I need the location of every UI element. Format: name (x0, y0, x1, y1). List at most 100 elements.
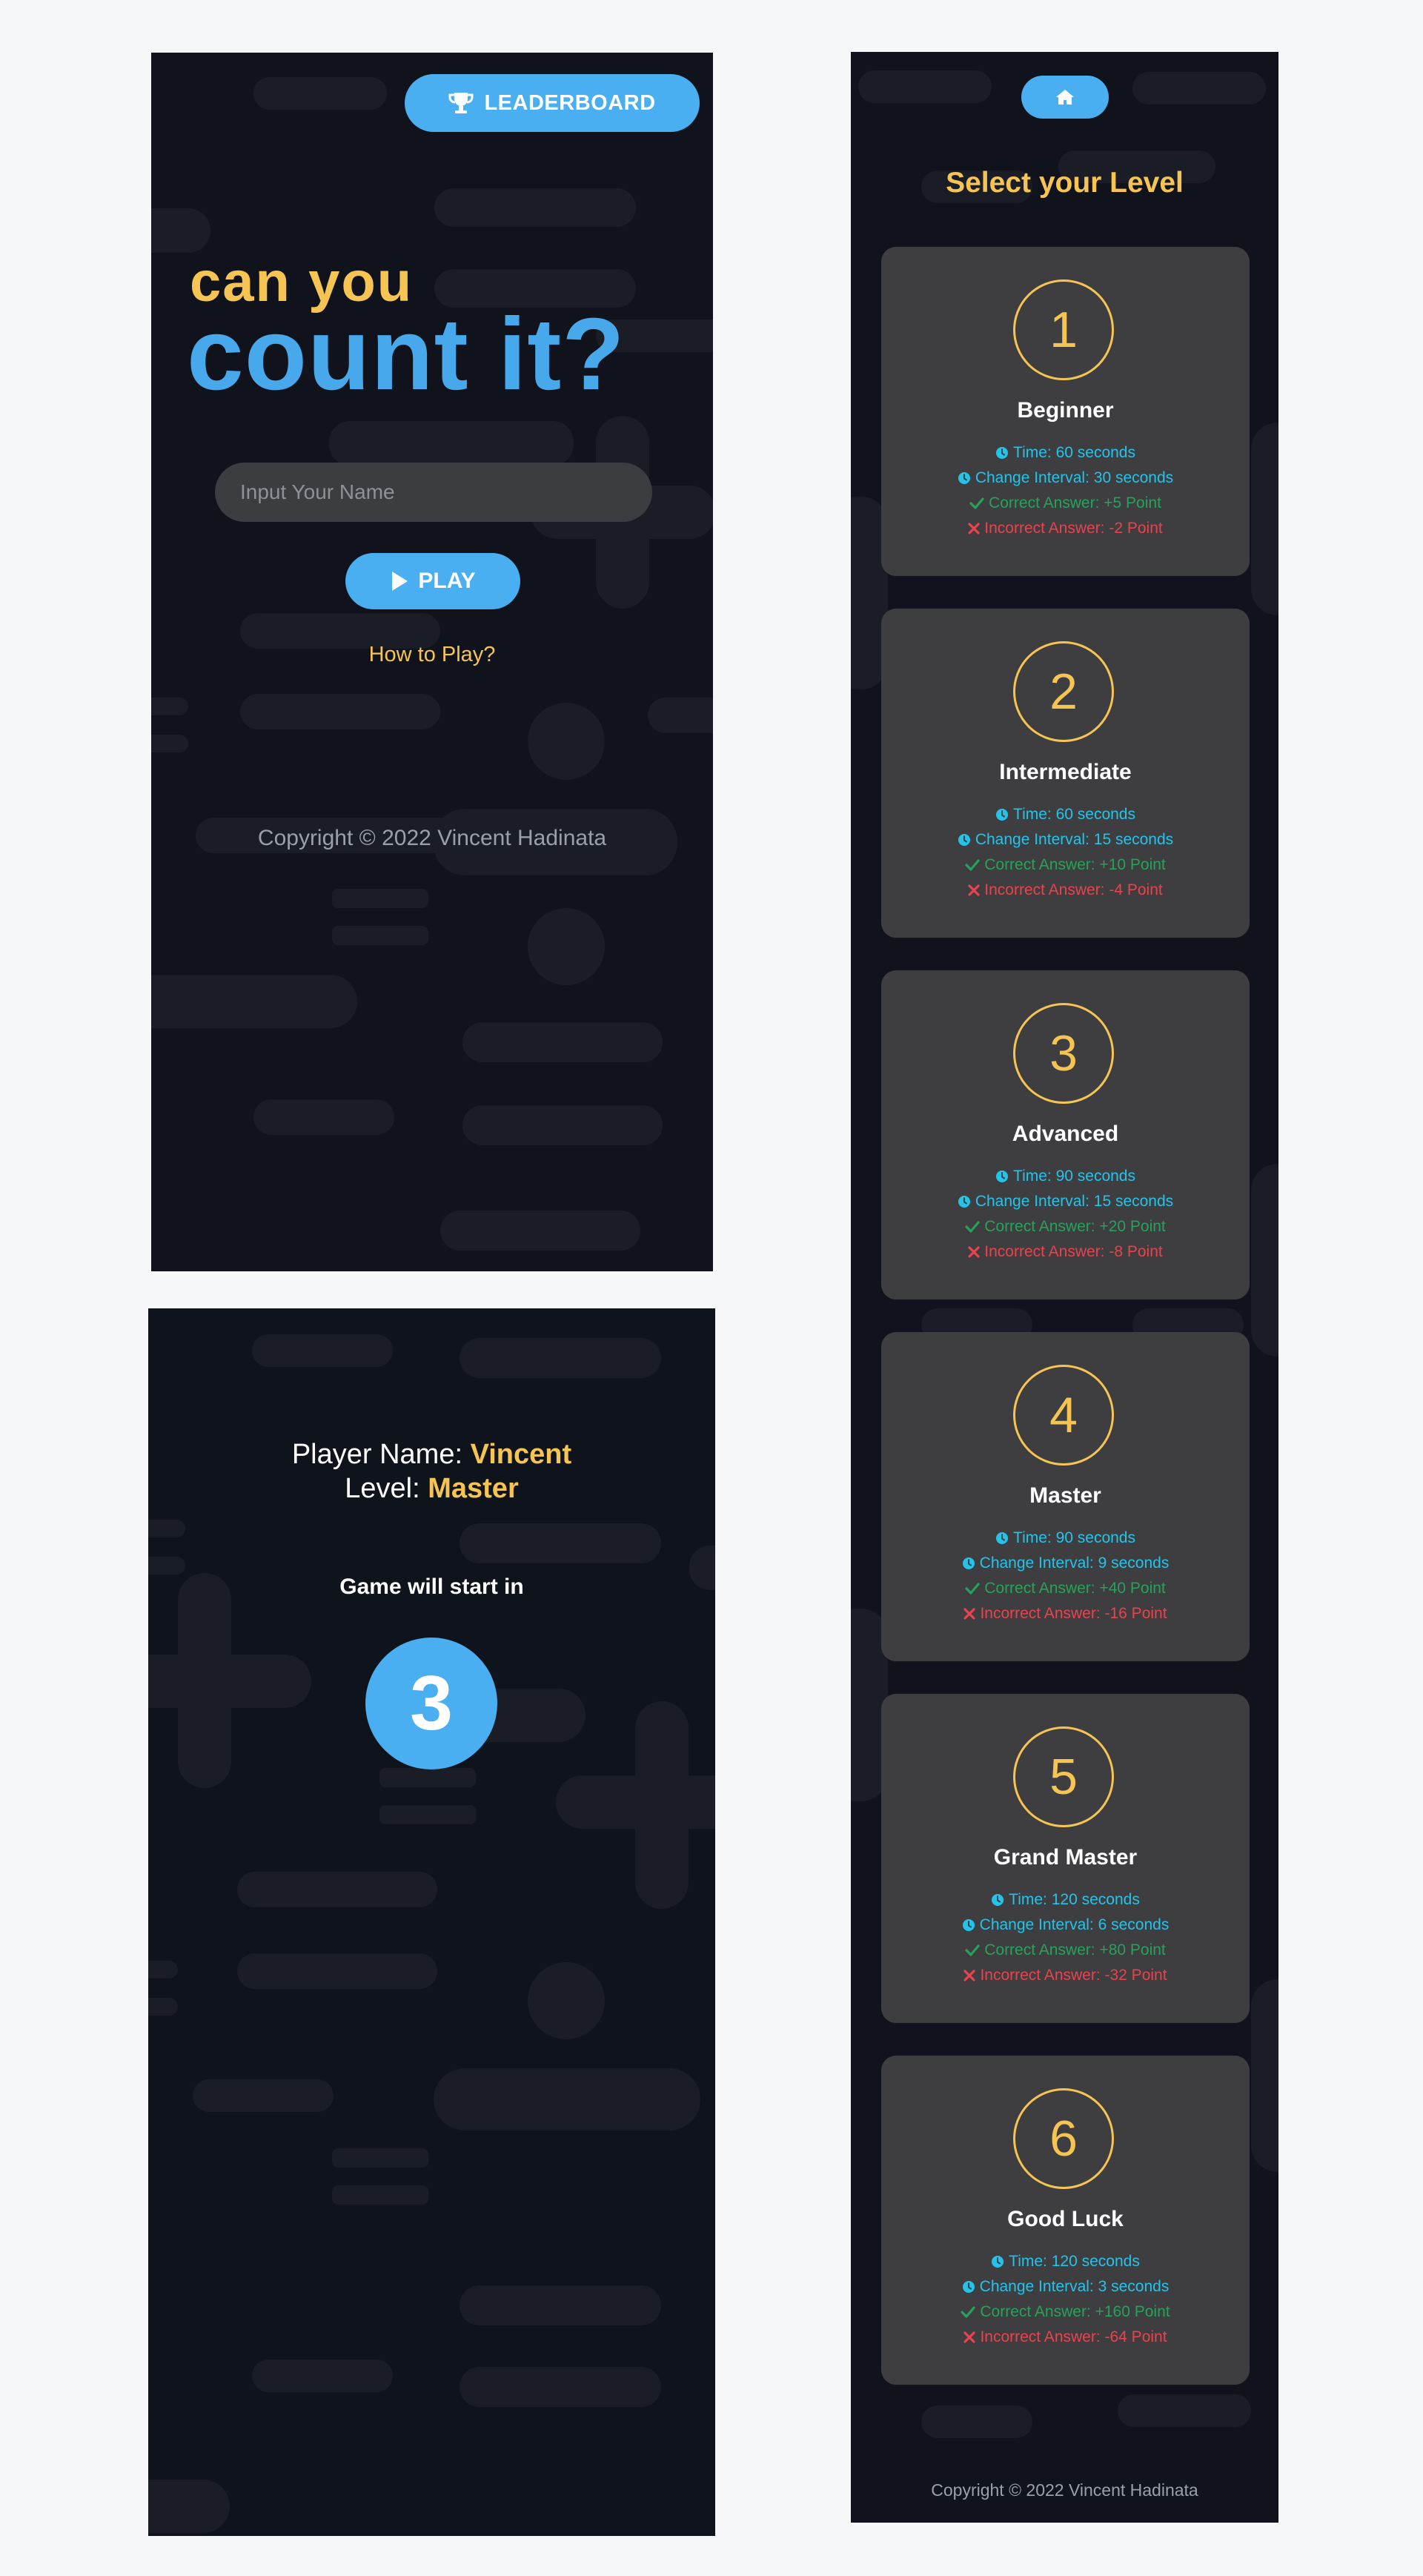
interval-text: Change Interval: 3 seconds (979, 2278, 1170, 2295)
incorrect-stat: Incorrect Answer: -32 Point (881, 1967, 1250, 1984)
correct-text: Correct Answer: +10 Point (984, 856, 1166, 873)
logo-line-2: count it? (187, 297, 626, 411)
clock-icon (962, 2280, 975, 2294)
clock-icon (962, 1557, 975, 1570)
level-card-3[interactable]: 3 Advanced Time: 90 seconds Change Inter… (881, 970, 1250, 1299)
incorrect-stat: Incorrect Answer: -2 Point (881, 520, 1250, 537)
copyright: Copyright © 2022 Vincent Hadinata (931, 2480, 1198, 2500)
correct-text: Correct Answer: +80 Point (984, 1941, 1166, 1959)
x-icon (968, 1246, 980, 1258)
level-card-5[interactable]: 5 Grand Master Time: 120 seconds Change … (881, 1694, 1250, 2023)
time-text: Time: 90 seconds (1013, 1529, 1135, 1546)
clock-icon (958, 471, 971, 485)
check-icon (969, 497, 984, 509)
interval-stat: Change Interval: 30 seconds (881, 469, 1250, 487)
level-number: 1 (1013, 279, 1114, 380)
x-icon (963, 1608, 976, 1620)
level-value: Master (428, 1473, 519, 1504)
time-stat: Time: 60 seconds (881, 444, 1250, 462)
level-card-1[interactable]: 1 Beginner Time: 60 seconds Change Inter… (881, 247, 1250, 576)
level-line: Level: Master (148, 1473, 715, 1505)
level-number: 2 (1013, 641, 1114, 742)
check-icon (965, 1583, 980, 1595)
copyright: Copyright © 2022 Vincent Hadinata (257, 826, 607, 850)
time-stat: Time: 90 seconds (881, 1168, 1250, 1185)
home-screen: LEADERBOARD can you count it? PLAY How t… (151, 53, 713, 1271)
play-button[interactable]: PLAY (345, 553, 520, 609)
correct-text: Correct Answer: +20 Point (984, 1218, 1166, 1235)
check-icon (965, 1944, 980, 1956)
time-stat: Time: 90 seconds (881, 1529, 1250, 1547)
clock-icon (995, 446, 1009, 460)
leaderboard-label: LEADERBOARD (484, 90, 656, 115)
trophy-icon (448, 91, 474, 115)
clock-icon (962, 1918, 975, 1932)
interval-text: Change Interval: 6 seconds (979, 1916, 1170, 1933)
incorrect-stat: Incorrect Answer: -16 Point (881, 1605, 1250, 1623)
level-select-screen: Select your Level 1 Beginner Time: 60 se… (851, 52, 1278, 2523)
incorrect-text: Incorrect Answer: -32 Point (980, 1967, 1167, 1984)
leaderboard-button[interactable]: LEADERBOARD (405, 74, 700, 132)
interval-text: Change Interval: 15 seconds (975, 1193, 1174, 1210)
clock-icon (995, 808, 1009, 821)
correct-text: Correct Answer: +5 Point (989, 494, 1161, 511)
start-message: Game will start in (339, 1575, 524, 1599)
check-icon (965, 1221, 980, 1233)
incorrect-stat: Incorrect Answer: -8 Point (881, 1243, 1250, 1261)
incorrect-text: Incorrect Answer: -8 Point (984, 1243, 1163, 1260)
level-name: Good Luck (1007, 2207, 1124, 2231)
player-name-line: Player Name: Vincent (148, 1439, 715, 1471)
correct-text: Correct Answer: +160 Point (980, 2303, 1170, 2320)
play-label: PLAY (418, 569, 476, 593)
correct-stat: Correct Answer: +80 Point (881, 1941, 1250, 1959)
clock-icon (991, 1893, 1004, 1907)
time-text: Time: 120 seconds (1009, 1891, 1140, 1908)
interval-text: Change Interval: 15 seconds (975, 831, 1174, 848)
check-icon (965, 859, 980, 871)
level-name: Intermediate (999, 760, 1132, 784)
level-name: Beginner (1017, 398, 1114, 423)
home-button[interactable] (1021, 76, 1109, 119)
incorrect-stat: Incorrect Answer: -4 Point (881, 881, 1250, 899)
level-name: Advanced (1012, 1122, 1119, 1146)
x-icon (963, 2331, 976, 2343)
level-number: 3 (1013, 1003, 1114, 1104)
level-name: Grand Master (993, 1845, 1138, 1870)
incorrect-stat: Incorrect Answer: -64 Point (881, 2328, 1250, 2346)
how-to-play-link[interactable]: How to Play? (151, 643, 713, 667)
time-text: Time: 60 seconds (1013, 444, 1135, 461)
correct-text: Correct Answer: +40 Point (984, 1580, 1166, 1597)
time-text: Time: 120 seconds (1009, 2253, 1140, 2270)
correct-stat: Correct Answer: +10 Point (881, 856, 1250, 874)
clock-icon (995, 1532, 1009, 1545)
clock-icon (991, 2255, 1004, 2268)
interval-stat: Change Interval: 15 seconds (881, 831, 1250, 849)
level-number: 4 (1013, 1365, 1114, 1466)
name-input[interactable] (215, 463, 652, 522)
clock-icon (958, 833, 971, 847)
levels-title: Select your Level (946, 167, 1184, 199)
interval-stat: Change Interval: 9 seconds (881, 1554, 1250, 1572)
level-number: 5 (1013, 1726, 1114, 1827)
time-stat: Time: 120 seconds (881, 1891, 1250, 1909)
time-stat: Time: 60 seconds (881, 806, 1250, 824)
level-card-4[interactable]: 4 Master Time: 90 seconds Change Interva… (881, 1332, 1250, 1661)
level-card-6[interactable]: 6 Good Luck Time: 120 seconds Change Int… (881, 2056, 1250, 2385)
interval-text: Change Interval: 30 seconds (975, 469, 1174, 486)
interval-stat: Change Interval: 3 seconds (881, 2278, 1250, 2296)
x-icon (968, 884, 980, 896)
interval-text: Change Interval: 9 seconds (979, 1554, 1170, 1572)
interval-stat: Change Interval: 6 seconds (881, 1916, 1250, 1934)
clock-icon (958, 1195, 971, 1208)
correct-stat: Correct Answer: +160 Point (881, 2303, 1250, 2321)
clock-icon (995, 1170, 1009, 1183)
correct-stat: Correct Answer: +20 Point (881, 1218, 1250, 1236)
level-card-2[interactable]: 2 Intermediate Time: 60 seconds Change I… (881, 609, 1250, 938)
interval-stat: Change Interval: 15 seconds (881, 1193, 1250, 1211)
countdown-screen: Player Name: Vincent Level: Master Game … (148, 1308, 715, 2536)
correct-stat: Correct Answer: +40 Point (881, 1580, 1250, 1597)
x-icon (963, 1970, 976, 1981)
level-number: 6 (1013, 2088, 1114, 2189)
check-icon (961, 2306, 975, 2318)
time-text: Time: 60 seconds (1013, 806, 1135, 823)
